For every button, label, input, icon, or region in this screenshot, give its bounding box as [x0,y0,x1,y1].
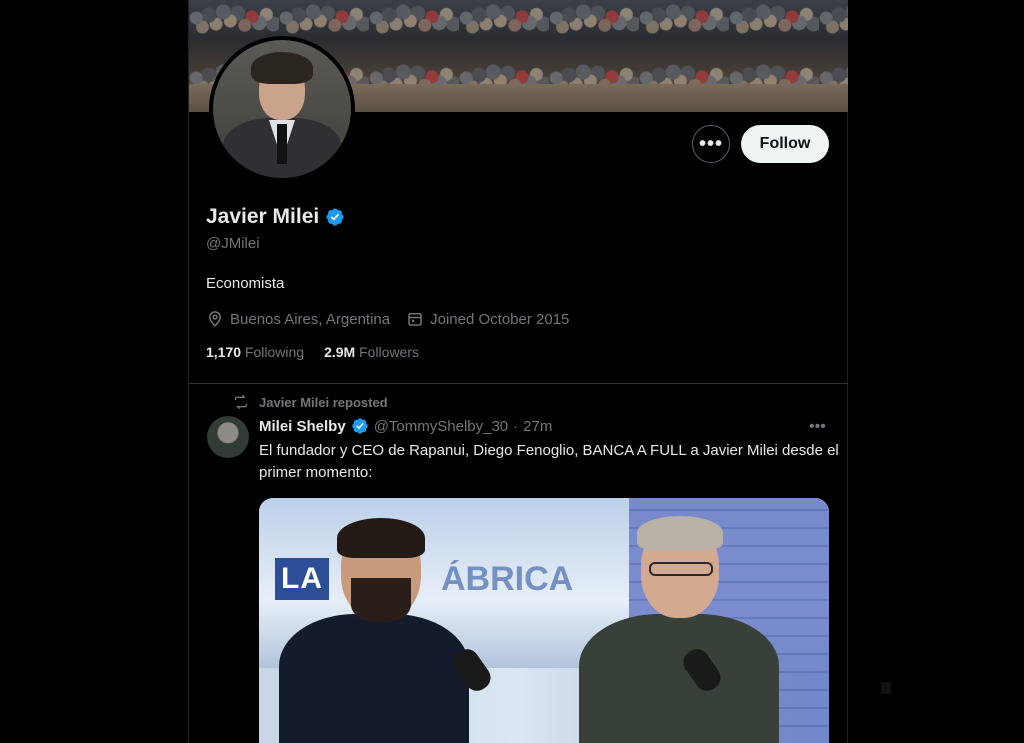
follow-button[interactable]: Follow [741,125,829,163]
post-author-avatar[interactable] [207,416,249,458]
edge-artifact [881,682,891,694]
followers-link[interactable]: 2.9M Followers [324,344,419,360]
profile-handle: @JMilei [206,235,260,252]
profile-avatar[interactable] [209,36,355,182]
followers-label: Followers [359,344,419,360]
repost-indicator[interactable]: Javier Milei reposted [233,394,388,410]
repost-label: Javier Milei reposted [259,394,388,410]
followers-count: 2.9M [324,344,356,360]
section-divider [189,383,848,384]
post-author-handle[interactable]: @TommyShelby_30 [374,418,508,435]
location-text: Buenos Aires, Argentina [230,310,391,328]
post-video-media[interactable]: LA ÁBRICA [259,498,829,743]
verified-badge-icon[interactable] [325,207,345,227]
profile-bio: Economista [206,275,285,292]
media-person-left [279,518,469,743]
post-author-name[interactable]: Milei Shelby [259,418,346,435]
post-more-button[interactable]: ••• [809,418,826,436]
follow-counts: 1,170 Following 2.9M Followers [206,344,419,360]
more-icon: ••• [698,132,723,155]
profile-name-row: Javier Milei [206,205,345,229]
following-link[interactable]: 1,170 Following [206,344,304,360]
more-options-button[interactable]: ••• [692,125,730,163]
location-item: Buenos Aires, Argentina [206,310,390,328]
joined-text: Joined October 2015 [430,310,570,328]
post-time[interactable]: 27m [523,418,552,435]
joined-item: Joined October 2015 [406,310,569,328]
profile-column: ••• Follow Javier Milei @JMilei Economis… [188,0,848,743]
repost-icon [235,394,247,410]
display-name: Javier Milei [206,205,320,228]
verified-badge-icon[interactable] [351,417,369,435]
avatar-photo [213,40,351,178]
media-person-right [579,514,779,743]
following-label: Following [244,344,305,360]
profile-meta: Buenos Aires, Argentina Joined October 2… [206,310,569,328]
calendar-icon [408,313,422,326]
location-pin-icon [208,311,222,327]
following-count: 1,170 [206,344,242,360]
post-text: El fundador y CEO de Rapanui, Diego Feno… [259,442,839,481]
post-separator: · [513,417,519,435]
post-header: Milei Shelby @TommyShelby_30 · 27m [259,417,552,435]
